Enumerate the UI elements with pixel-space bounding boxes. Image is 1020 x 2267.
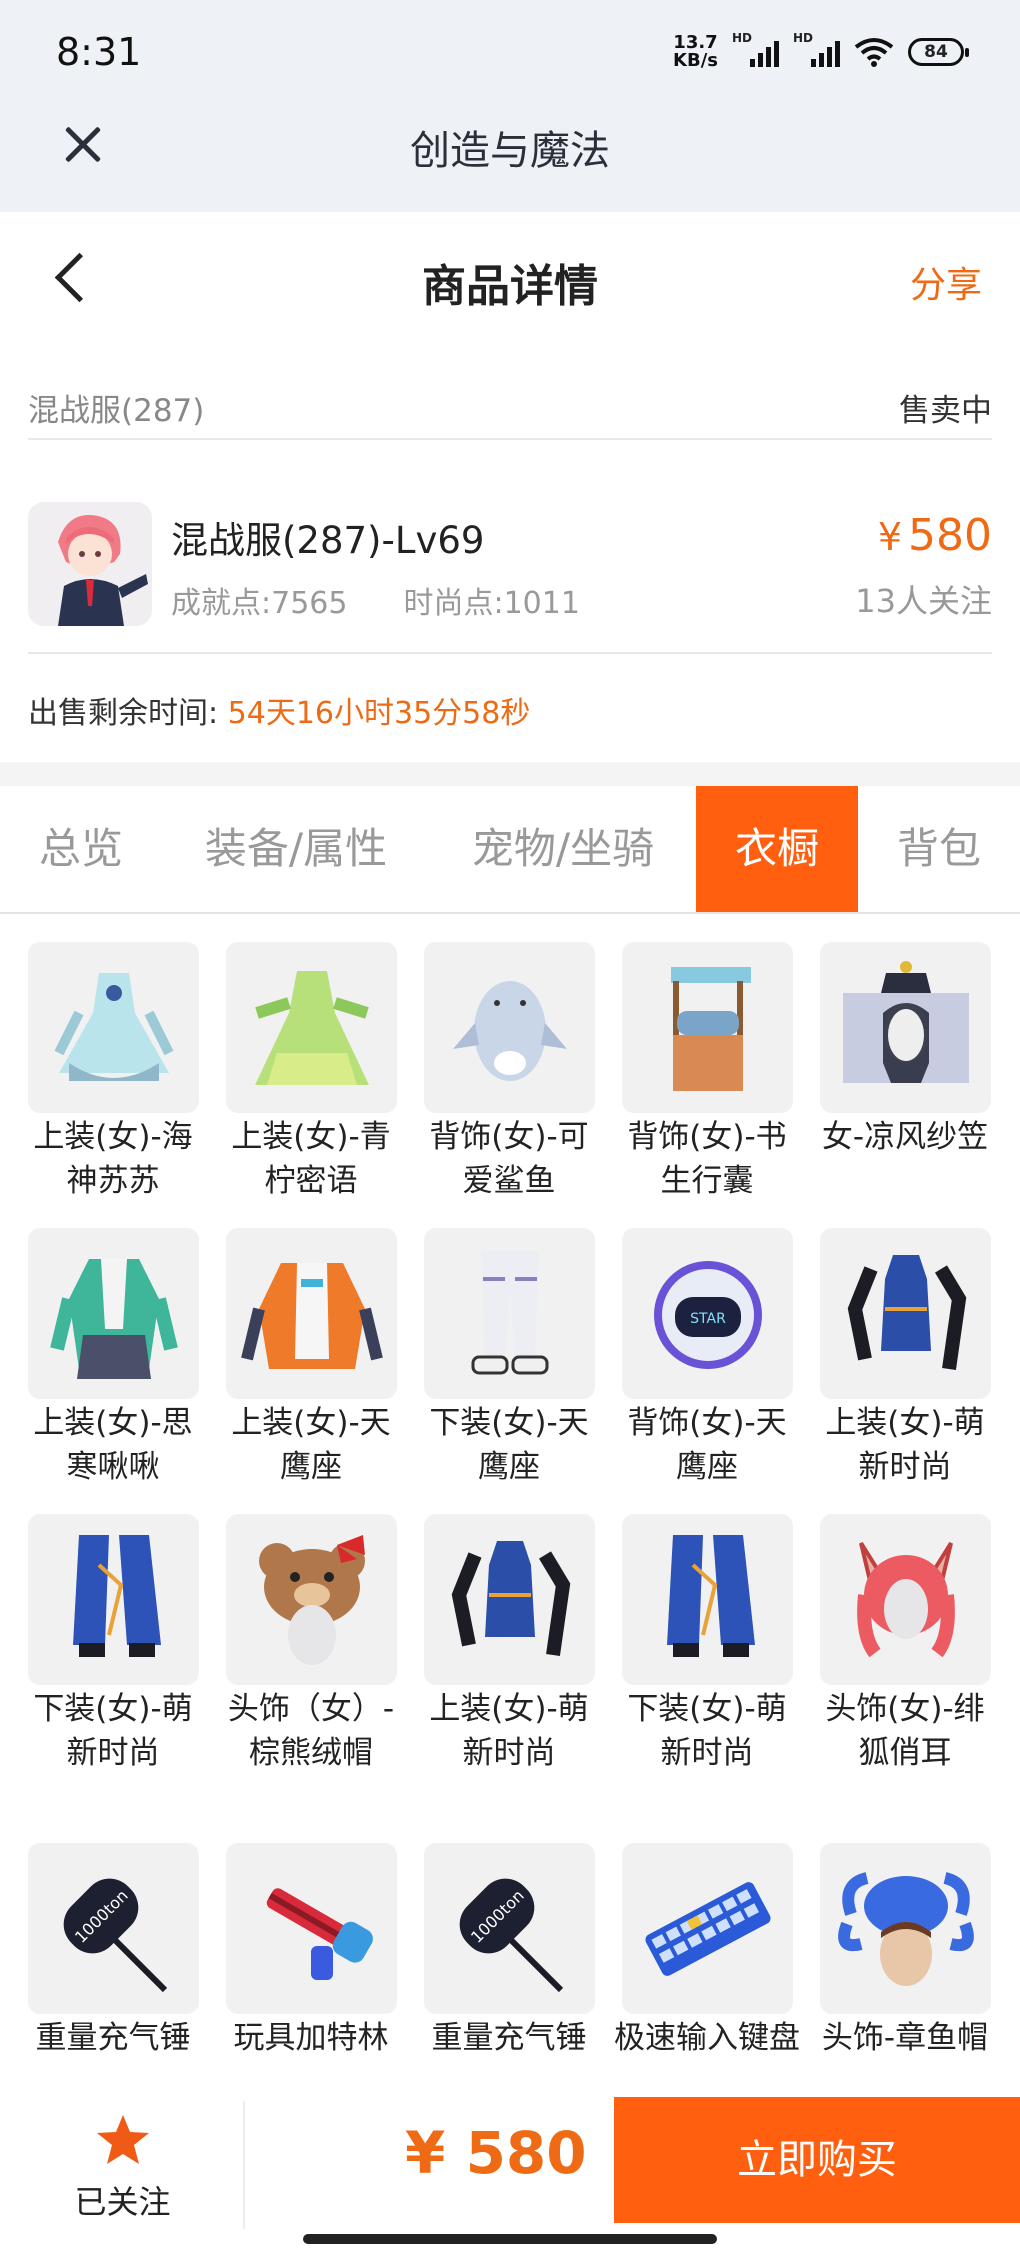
network-speed: 13.7 KB/s [673,32,718,71]
blue-skirt-icon [622,1514,793,1685]
wardrobe-item[interactable]: 头饰-章鱼帽 [820,1843,991,2060]
shark-backpack-icon [424,942,595,1113]
wardrobe-item[interactable]: 上装(女)-青柠密语 [226,942,397,1203]
divider [243,2101,245,2229]
app-bar: 创造与魔法 [0,100,1020,212]
green-dress-icon [226,942,397,1113]
app-title: 创造与魔法 [410,128,610,174]
hammer-icon: 1000ton [28,1843,199,2014]
server-row: 混战服(287) 售卖中 [28,380,992,440]
remaining-time: 出售剩余时间: 54天16小时35分58秒 [28,696,531,731]
fashion-points: 时尚点:1011 [403,586,580,621]
blue-corset-icon [424,1514,595,1685]
wardrobe-item[interactable]: 上装(女)-天鹰座 [226,1228,397,1489]
avatar [28,502,152,626]
buy-now-button[interactable]: 立即购买 [614,2097,1020,2223]
bottom-price: ¥ 580 [405,2119,587,2187]
tab-pets[interactable]: 宠物/坐骑 [430,786,696,912]
blue-skirt-icon [28,1514,199,1685]
keyboard-icon [622,1843,793,2014]
tab-backpack[interactable]: 背包 [858,786,1020,912]
battery-icon: 84 [908,38,969,66]
robot-pack-icon: STAR [622,1228,793,1399]
blue-corset-icon [820,1228,991,1399]
wardrobe-item[interactable]: 极速输入键盘 [614,1843,800,2060]
wardrobe-item[interactable]: 上装(女)-海神苏苏 [28,942,199,1203]
tab-wardrobe[interactable]: 衣橱 [696,786,858,912]
wardrobe-item[interactable]: 上装(女)-萌新时尚 [424,1514,595,1775]
bear-hat-icon [226,1514,397,1685]
wardrobe-item[interactable]: STAR 背饰(女)-天鹰座 [622,1228,793,1489]
hammer-icon: 1000ton [424,1843,595,2014]
tab-bar: 总览 装备/属性 宠物/坐骑 衣橱 背包 [0,786,1020,914]
wardrobe-item[interactable]: 女-凉风纱笠 [820,942,991,1159]
status-time: 8:31 [56,30,142,74]
signal-icon: HD [793,31,840,67]
page-title: 商品详情 [422,261,598,312]
star-icon [96,2115,149,2164]
octopus-hat-icon [820,1843,991,2014]
wardrobe-item[interactable]: 头饰（女）-棕熊绒帽 [226,1514,397,1775]
follow-button[interactable]: 已关注 [60,2113,185,2223]
wardrobe-item[interactable]: 下装(女)-萌新时尚 [622,1514,793,1775]
product-summary: 混战服(287)-Lv69 成就点:7565 时尚点:1011 ¥580 13人… [28,472,992,654]
wardrobe-item[interactable]: 头饰(女)-绯狐俏耳 [820,1514,991,1775]
wardrobe-item[interactable]: 下装(女)-天鹰座 [424,1228,595,1489]
wifi-icon [854,38,894,67]
veil-hat-icon [820,942,991,1113]
wardrobe-item[interactable]: 1000ton 重量充气锤 [28,1843,199,2060]
fox-ears-icon [820,1514,991,1685]
wardrobe-item[interactable]: 上装(女)-思寒啾啾 [28,1228,199,1489]
follower-count: 13人关注 [855,582,992,620]
tab-equipment[interactable]: 装备/属性 [162,786,430,912]
wardrobe-item[interactable]: 玩具加特林 [226,1843,397,2060]
product-stats: 成就点:7565 时尚点:1011 [171,578,580,622]
white-pants-icon [424,1228,595,1399]
countdown: 54天16小时35分58秒 [227,696,531,731]
share-button[interactable]: 分享 [910,256,982,308]
wardrobe-item[interactable]: 背饰(女)-可爱鲨鱼 [424,942,595,1203]
server-name: 混战服(287) [28,393,205,429]
green-jacket-icon [28,1228,199,1399]
status-icons: 13.7 KB/s HD HD 84 [673,31,969,71]
home-indicator[interactable] [303,2234,717,2244]
wardrobe-item[interactable]: 1000ton 重量充气锤 [424,1843,595,2060]
blue-dress-icon [28,942,199,1113]
toy-gatling-icon [226,1843,397,2014]
wardrobe-item[interactable]: 背饰(女)-书生行囊 [622,942,793,1203]
tab-overview[interactable]: 总览 [0,786,162,912]
page-header: 商品详情 分享 [0,212,1020,344]
orange-jacket-icon [226,1228,397,1399]
svg-text:STAR: STAR [690,1311,726,1327]
status-bar: 8:31 13.7 KB/s HD HD 84 [0,0,1020,100]
product-price: ¥580 [877,510,992,561]
wardrobe-item[interactable]: 上装(女)-萌新时尚 [820,1228,991,1489]
wardrobe-item[interactable]: 下装(女)-萌新时尚 [28,1514,199,1775]
section-divider [0,762,1020,786]
signal-icon: HD [732,31,779,67]
achievement-points: 成就点:7565 [171,586,348,621]
sale-status: 售卖中 [899,393,992,429]
product-name: 混战服(287)-Lv69 [171,519,485,562]
scholar-pack-icon [622,942,793,1113]
